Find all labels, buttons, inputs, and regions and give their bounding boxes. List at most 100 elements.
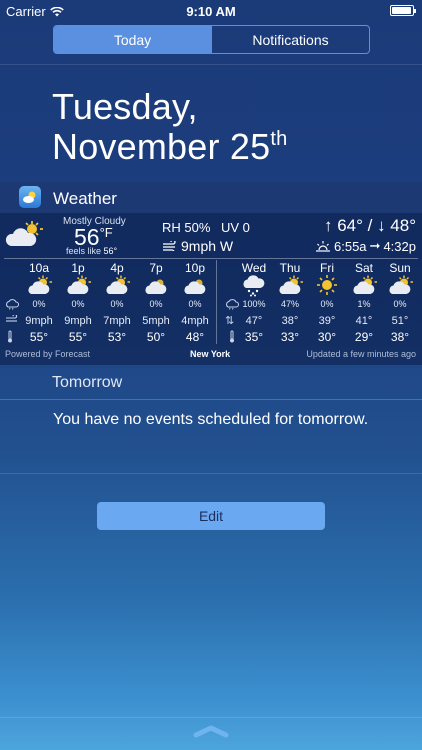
daily-icon-wrap bbox=[272, 274, 308, 297]
weather-panel[interactable]: Mostly Cloudy 56°F feels like 56° RH 50%… bbox=[0, 213, 422, 365]
daily-precip: 47% bbox=[280, 299, 299, 309]
weather-widget-header[interactable]: Weather bbox=[0, 182, 422, 213]
hourly-temp: 50° bbox=[146, 330, 166, 344]
hourly-label: 10p bbox=[184, 261, 206, 275]
current-wind-value: 9mph W bbox=[181, 238, 234, 254]
sunrise-icon bbox=[316, 241, 330, 252]
high-low-icon: ⇅ bbox=[225, 315, 235, 327]
hourly-mid: 9mph bbox=[64, 315, 92, 327]
header-divider bbox=[0, 64, 422, 65]
daily-label: Fri bbox=[320, 261, 334, 275]
battery-icon bbox=[390, 5, 416, 16]
view-segmented-control: Today Notifications bbox=[53, 25, 370, 54]
high-low-temp: ↑ 64° / ↓ 48° bbox=[323, 216, 416, 235]
hourly-precip: 0% bbox=[32, 299, 46, 309]
tomorrow-heading: Tomorrow bbox=[52, 374, 123, 391]
daily-mid: 38° bbox=[281, 315, 299, 327]
tomorrow-bottom-divider bbox=[0, 473, 422, 474]
daily-label: Wed bbox=[241, 261, 267, 275]
hourly-mid: 7mph bbox=[103, 315, 131, 327]
hourly-label: 10a bbox=[28, 261, 50, 275]
cloudy-icon bbox=[184, 279, 206, 294]
daily-mid: 39° bbox=[318, 315, 336, 327]
forecast-divider bbox=[4, 258, 418, 259]
daily-mid: 47° bbox=[245, 315, 263, 327]
daily-precip: 100% bbox=[242, 299, 266, 309]
daily-mid: 51° bbox=[391, 315, 409, 327]
sun-times: 6:55a ➞ 4:32p bbox=[315, 238, 416, 254]
daily-mid: 41° bbox=[355, 315, 373, 327]
daily-label: Thu bbox=[279, 261, 301, 275]
current-wind: 9mph W bbox=[162, 238, 233, 254]
grabber-handle-icon[interactable] bbox=[193, 724, 229, 738]
feels-like-value: 56° bbox=[103, 246, 118, 256]
location-name: New York bbox=[190, 349, 231, 359]
hourly-mid: 9mph bbox=[25, 315, 53, 327]
tomorrow-divider bbox=[0, 399, 422, 400]
daily-temp: 29° bbox=[354, 330, 374, 344]
battery-fill bbox=[392, 7, 411, 14]
hourly-precip: 0% bbox=[71, 299, 85, 309]
humidity: RH 50% bbox=[162, 220, 211, 235]
partly-cloudy-day-icon bbox=[106, 275, 130, 294]
hourly-precip: 0% bbox=[188, 299, 202, 309]
sunrise-time: 6:55a bbox=[334, 238, 367, 254]
hourly-daily-divider bbox=[216, 260, 217, 344]
status-time: 9:10 AM bbox=[186, 4, 236, 19]
hourly-mid: 5mph bbox=[142, 315, 170, 327]
hourly-precip: 0% bbox=[110, 299, 124, 309]
hourly-precip: 0% bbox=[149, 299, 163, 309]
hourly-label: 4p bbox=[110, 261, 124, 275]
tab-today[interactable]: Today bbox=[54, 26, 211, 53]
partly-cloudy-day-icon bbox=[5, 221, 43, 246]
hourly-temp: 48° bbox=[185, 330, 205, 344]
tab-notifications[interactable]: Notifications bbox=[211, 26, 369, 53]
powered-by[interactable]: Powered by Forecast bbox=[5, 349, 90, 359]
daily-temp: 30° bbox=[317, 330, 337, 344]
status-bar: Carrier 9:10 AM bbox=[0, 0, 422, 22]
partly-cloudy-day-icon bbox=[28, 275, 52, 294]
daily-icon-wrap bbox=[382, 274, 418, 297]
daily-precip: 1% bbox=[357, 299, 371, 309]
daily-icon-wrap bbox=[236, 274, 272, 297]
sunset-time: 4:32p bbox=[383, 238, 416, 254]
current-temp-unit: °F bbox=[99, 225, 113, 240]
date-weekday: Tuesday, bbox=[52, 86, 198, 127]
wind-row-icon bbox=[6, 315, 18, 322]
hourly-label: 7p bbox=[149, 261, 163, 275]
daily-precip: 0% bbox=[320, 299, 334, 309]
partly-cloudy-day-icon bbox=[389, 275, 413, 294]
daily-label: Sun bbox=[389, 261, 411, 275]
precip-icon bbox=[6, 299, 19, 310]
daily-temp: 38° bbox=[390, 330, 410, 344]
edit-button[interactable]: Edit bbox=[97, 502, 325, 530]
bottom-divider bbox=[0, 717, 422, 718]
date-suffix: th bbox=[270, 128, 288, 150]
hourly-icon-wrap bbox=[177, 274, 213, 297]
wind-icon bbox=[163, 241, 176, 251]
no-events-message: You have no events scheduled for tomorro… bbox=[53, 411, 369, 428]
cloudy-icon bbox=[145, 279, 167, 294]
hourly-label: 1p bbox=[71, 261, 85, 275]
hourly-icon-wrap bbox=[21, 274, 57, 297]
hourly-temp: 53° bbox=[107, 330, 127, 344]
daily-precip: 0% bbox=[393, 299, 407, 309]
date-month-day: November 25th bbox=[52, 126, 287, 168]
uv-index: UV 0 bbox=[221, 220, 250, 235]
daily-temp: 33° bbox=[280, 330, 300, 344]
hourly-icon-wrap bbox=[138, 274, 174, 297]
arrow-icon: ➞ bbox=[369, 238, 381, 253]
updated-time: Updated a few minutes ago bbox=[306, 349, 416, 359]
daily-label: Sat bbox=[354, 261, 373, 275]
hourly-icon-wrap bbox=[60, 274, 96, 297]
sun-icon bbox=[317, 275, 337, 295]
daily-temp: 35° bbox=[244, 330, 264, 344]
daily-icon-wrap bbox=[346, 274, 382, 297]
hourly-temp: 55° bbox=[29, 330, 49, 344]
snow-icon bbox=[243, 275, 265, 297]
partly-cloudy-day-icon bbox=[67, 275, 91, 294]
partly-cloudy-day-icon bbox=[353, 275, 377, 294]
daily-icon-wrap bbox=[309, 274, 345, 297]
feels-like-label: feels like bbox=[66, 246, 102, 256]
weather-app-icon bbox=[19, 186, 41, 208]
